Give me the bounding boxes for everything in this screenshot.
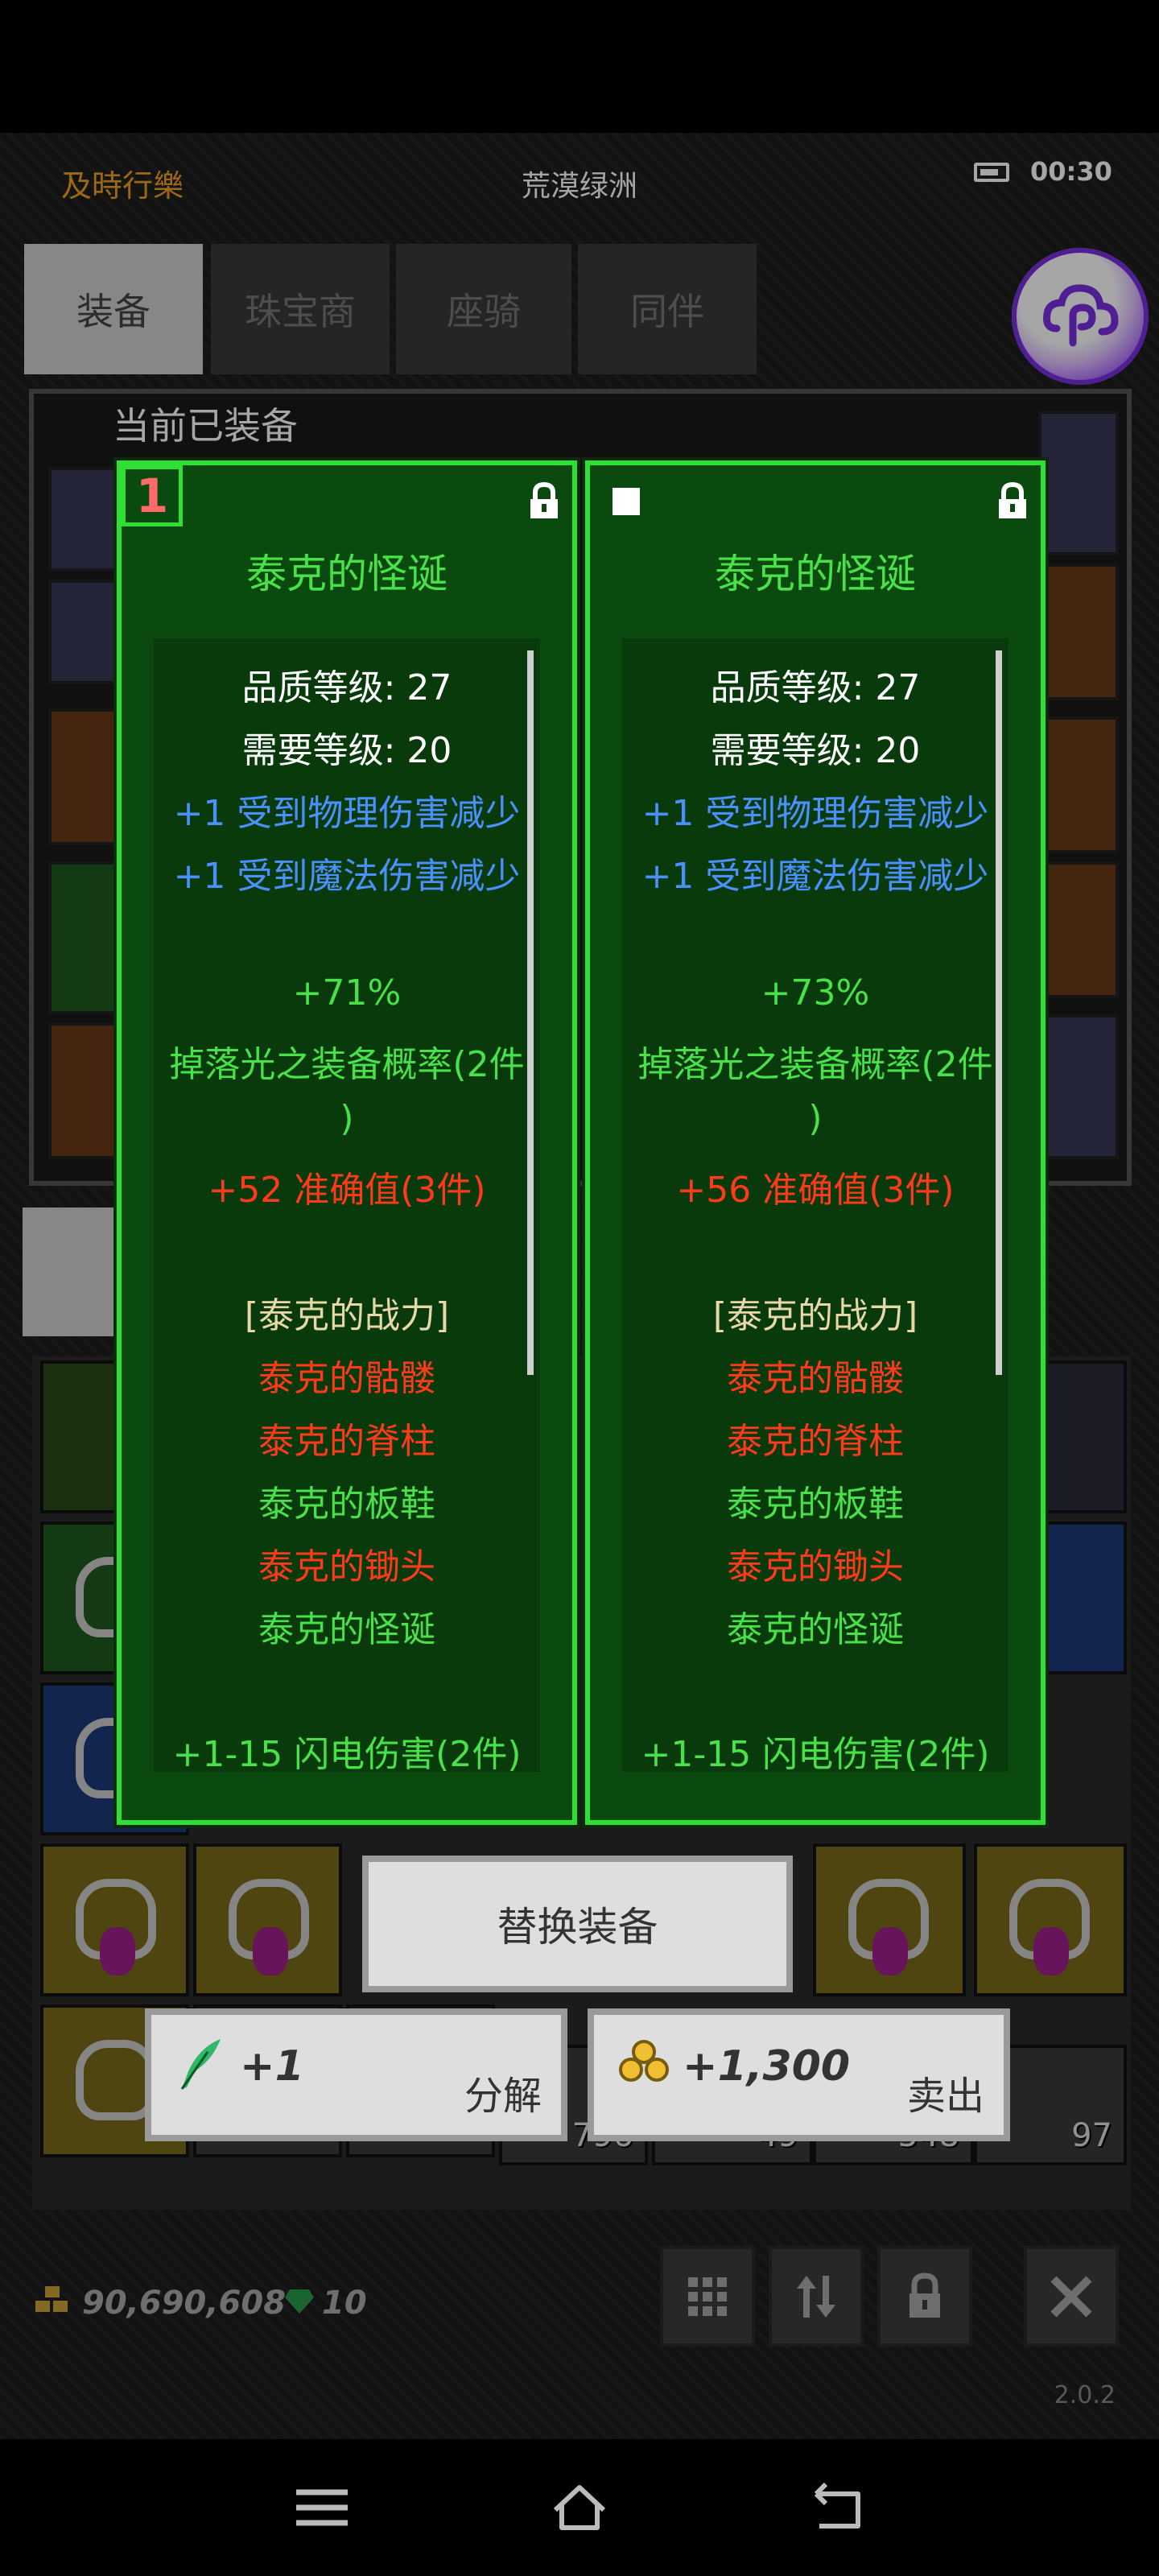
set-bonus-desc-cont: ) bbox=[340, 1098, 354, 1139]
item-mod: +1 受到魔法伤害减少 bbox=[173, 856, 521, 897]
set-item: 泰克的怪诞 bbox=[258, 1609, 435, 1650]
set-bonus-percent: +71% bbox=[292, 972, 402, 1013]
set-item: 泰克的脊柱 bbox=[258, 1421, 435, 1462]
sell-amount: +1,300 bbox=[683, 2042, 851, 2091]
dismantle-label: 分解 bbox=[464, 2074, 542, 2119]
new-item-card: 泰克的怪诞 品质等级: 27 需要等级: 20 +1 受到物理伤害减少 +1 受… bbox=[582, 457, 1049, 1828]
lock-icon[interactable] bbox=[527, 481, 561, 522]
set-bonus-desc: 掉落光之装备概率(2件 bbox=[169, 1044, 525, 1085]
lightning-bonus: +1-15 闪电伤害(2件) bbox=[172, 1734, 522, 1775]
item-mod: +1 受到物理伤害减少 bbox=[173, 793, 521, 834]
set-name: [泰克的战力] bbox=[244, 1295, 450, 1336]
set-item: 泰克的脊柱 bbox=[727, 1421, 904, 1462]
set-bonus-desc-cont: ) bbox=[808, 1098, 823, 1139]
new-item-badge bbox=[606, 481, 646, 522]
gold-coins-icon bbox=[619, 2040, 669, 2082]
item-name: 泰克的怪诞 bbox=[715, 551, 916, 597]
set-item: 泰克的怪诞 bbox=[727, 1609, 904, 1650]
lock-icon[interactable] bbox=[996, 481, 1029, 522]
sell-label: 卖出 bbox=[906, 2074, 984, 2119]
item-mod: +1 受到魔法伤害减少 bbox=[641, 856, 989, 897]
equipped-badge: 1 bbox=[122, 465, 183, 526]
set-item: 泰克的锄头 bbox=[727, 1546, 904, 1587]
home-icon[interactable] bbox=[547, 2479, 612, 2536]
item-name: 泰克的怪诞 bbox=[246, 551, 448, 597]
dismantle-amount: +1 bbox=[240, 2042, 304, 2091]
menu-icon[interactable] bbox=[290, 2479, 354, 2536]
quality-level: 品质等级: 27 bbox=[710, 667, 921, 708]
required-level: 需要等级: 20 bbox=[241, 730, 452, 771]
feather-icon bbox=[180, 2039, 221, 2090]
set-bonus-desc: 掉落光之装备概率(2件 bbox=[637, 1044, 993, 1085]
replace-equipment-button[interactable]: 替换装备 bbox=[362, 1856, 793, 1992]
lightning-bonus: +1-15 闪电伤害(2件) bbox=[641, 1734, 990, 1775]
item-mod: +1 受到物理伤害减少 bbox=[641, 793, 989, 834]
set-item: 泰克的板鞋 bbox=[258, 1484, 435, 1525]
required-level: 需要等级: 20 bbox=[710, 730, 921, 771]
back-icon[interactable] bbox=[805, 2479, 869, 2536]
set-item: 泰克的板鞋 bbox=[727, 1484, 904, 1525]
accuracy-bonus: +52 准确值(3件) bbox=[208, 1170, 486, 1211]
set-item: 泰克的锄头 bbox=[258, 1546, 435, 1587]
sell-button[interactable]: +1,300 卖出 bbox=[588, 2008, 1010, 2141]
dismantle-button[interactable]: +1 分解 bbox=[145, 2008, 567, 2141]
quality-level: 品质等级: 27 bbox=[241, 667, 452, 708]
set-bonus-percent: +73% bbox=[761, 972, 870, 1013]
set-name: [泰克的战力] bbox=[712, 1295, 918, 1336]
accuracy-bonus: +56 准确值(3件) bbox=[676, 1170, 955, 1211]
set-item: 泰克的骷髅 bbox=[727, 1358, 904, 1399]
set-item: 泰克的骷髅 bbox=[258, 1358, 435, 1399]
equipped-item-card: 1 泰克的怪诞 品质等级: 27 需要等级: 20 +1 受到物理伤害减少 +1… bbox=[113, 457, 580, 1828]
